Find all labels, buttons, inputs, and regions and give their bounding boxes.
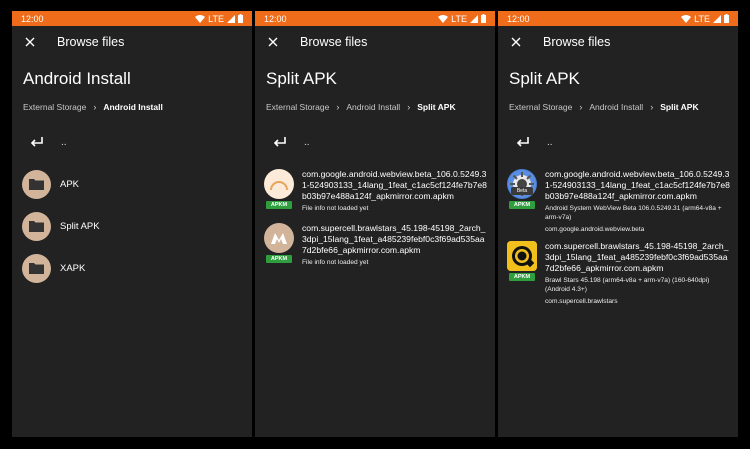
signal-icon: [227, 14, 235, 23]
signal-icon: [470, 14, 478, 23]
breadcrumb-item-current: Android Install: [103, 102, 163, 112]
breadcrumb-item-current: Split APK: [417, 102, 456, 112]
toolbar-title: Browse files: [57, 35, 125, 49]
placeholder-m-icon: [264, 223, 294, 253]
toolbar-title: Browse files: [543, 35, 611, 49]
parent-directory-label: ..: [61, 136, 67, 148]
brawl-stars-icon: [507, 241, 537, 271]
toolbar: Browse files: [12, 26, 252, 58]
breadcrumb-item[interactable]: Android Install: [346, 102, 400, 112]
file-info: File info not loaded yet: [302, 259, 369, 266]
breadcrumb: External Storage › Android Install: [23, 101, 252, 113]
status-time: 12:00: [507, 13, 530, 24]
parent-directory-row[interactable]: ..: [266, 121, 495, 163]
toolbar: Browse files: [255, 26, 495, 58]
toolbar: Browse files: [498, 26, 738, 58]
folder-label: XAPK: [60, 262, 86, 274]
parent-directory-label: ..: [547, 136, 553, 148]
folder-row[interactable]: XAPK: [22, 247, 252, 289]
breadcrumb-item[interactable]: External Storage: [23, 102, 86, 112]
apkm-badge: APKM: [508, 201, 536, 209]
breadcrumb-item-current: Split APK: [660, 102, 699, 112]
status-bar: 12:00 LTE: [498, 11, 738, 26]
phone-screen-1: 12:00 LTE Browse files Android Install E…: [12, 11, 252, 437]
status-time: 12:00: [264, 13, 287, 24]
breadcrumb: External Storage › Android Install › Spl…: [509, 101, 738, 113]
folder-icon: [22, 211, 51, 241]
chevron-right-icon: ›: [650, 102, 654, 112]
beta-label: Beta: [516, 188, 528, 194]
chevron-right-icon: ›: [93, 102, 97, 112]
apk-file-row[interactable]: APKM com.supercell.brawlstars_45.198-451…: [264, 223, 495, 267]
status-time: 12:00: [21, 13, 44, 24]
page-title: Split APK: [266, 69, 337, 88]
folder-label: Split APK: [60, 220, 100, 232]
phone-screen-2: 12:00 LTE Browse files Split APK Externa…: [255, 11, 495, 437]
file-name: com.supercell.brawlstars_45.198-45198_2a…: [302, 223, 486, 255]
folder-label: APK: [60, 178, 80, 190]
parent-directory-row[interactable]: ..: [23, 121, 252, 163]
apkm-badge: APKM: [508, 273, 536, 281]
folder-row[interactable]: APK: [22, 163, 252, 205]
apkm-badge: APKM: [265, 255, 293, 263]
page-title: Android Install: [23, 69, 131, 88]
file-name: com.supercell.brawlstars_45.198-45198_2a…: [545, 241, 729, 273]
breadcrumb-item[interactable]: Android Install: [589, 102, 643, 112]
close-icon[interactable]: [266, 35, 280, 49]
signal-icon: [713, 14, 721, 23]
return-arrow-icon: [266, 128, 294, 156]
apk-file-row[interactable]: Beta APKM com.google.android.webview.bet…: [507, 169, 738, 233]
folder-icon: [22, 253, 51, 283]
network-label: LTE: [694, 13, 710, 24]
chevron-right-icon: ›: [336, 102, 340, 112]
placeholder-arc-icon: [264, 169, 294, 199]
return-arrow-icon: [23, 128, 51, 156]
breadcrumb-item[interactable]: External Storage: [509, 102, 572, 112]
file-info: File info not loaded yet: [302, 205, 369, 212]
wifi-icon: [681, 14, 692, 23]
breadcrumb: External Storage › Android Install › Spl…: [266, 101, 495, 113]
folder-row[interactable]: Split APK: [22, 205, 252, 247]
apkm-badge: APKM: [265, 201, 293, 209]
package-name: com.google.android.webview.beta: [545, 226, 645, 233]
parent-directory-label: ..: [304, 136, 310, 148]
file-name: com.google.android.webview.beta_106.0.52…: [545, 169, 730, 201]
return-arrow-icon: [509, 128, 537, 156]
network-label: LTE: [208, 13, 224, 24]
breadcrumb-item[interactable]: External Storage: [266, 102, 329, 112]
app-info: Brawl Stars 45.198 (arm64-v8a + arm-v7a)…: [545, 277, 710, 293]
chevron-right-icon: ›: [407, 102, 411, 112]
folder-icon: [22, 169, 51, 199]
chevron-right-icon: ›: [579, 102, 583, 112]
wifi-icon: [195, 14, 206, 23]
parent-directory-row[interactable]: ..: [509, 121, 738, 163]
network-label: LTE: [451, 13, 467, 24]
apk-file-row[interactable]: APKM com.google.android.webview.beta_106…: [264, 169, 495, 213]
status-bar: 12:00 LTE: [12, 11, 252, 26]
file-name: com.google.android.webview.beta_106.0.52…: [302, 169, 487, 201]
close-icon[interactable]: [509, 35, 523, 49]
battery-icon: [238, 14, 243, 23]
toolbar-title: Browse files: [300, 35, 368, 49]
wifi-icon: [438, 14, 449, 23]
apk-file-row[interactable]: APKM com.supercell.brawlstars_45.198-451…: [507, 241, 738, 305]
app-info: Android System WebView Beta 106.0.5249.3…: [545, 205, 722, 221]
close-icon[interactable]: [23, 35, 37, 49]
webview-beta-icon: Beta: [507, 169, 537, 199]
battery-icon: [724, 14, 729, 23]
package-name: com.supercell.brawlstars: [545, 298, 618, 305]
battery-icon: [481, 14, 486, 23]
page-title: Split APK: [509, 69, 580, 88]
phone-screen-3: 12:00 LTE Browse files Split APK Externa…: [498, 11, 738, 437]
status-bar: 12:00 LTE: [255, 11, 495, 26]
